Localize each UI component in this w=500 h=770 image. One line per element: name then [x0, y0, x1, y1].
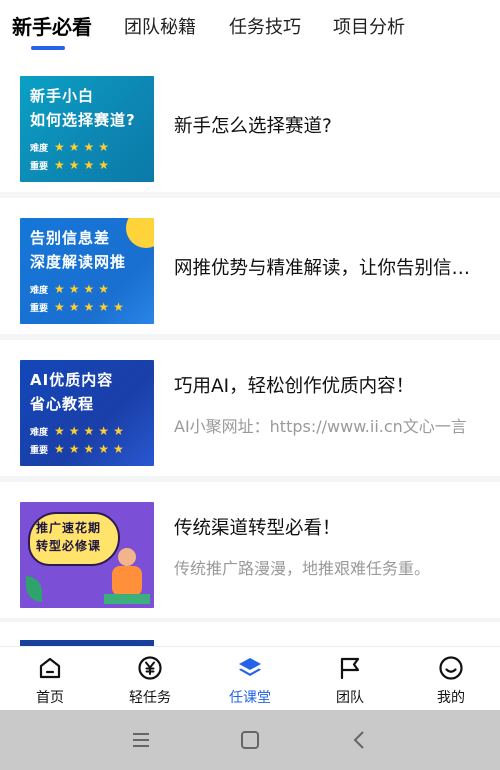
article-item-partial[interactable] [0, 622, 500, 646]
home-square-icon[interactable] [238, 728, 262, 752]
leaf-illustration [26, 576, 42, 602]
category-tabs: 新手必看 团队秘籍 任务技巧 项目分析 [0, 0, 500, 56]
article-title: 传统渠道转型必看！ [174, 518, 341, 539]
star-icon: ★ [54, 282, 65, 296]
article-item[interactable]: 告别信息差 深度解读网推 难度 ★ ★ ★ ★ 重要 ★ ★ ★ ★ ★ 网推优势与精准解读，… [0, 198, 500, 334]
thumbnail-line2: 转型必修课 [36, 539, 102, 553]
importance-rating: 重要 ★ ★ ★ ★ [30, 158, 113, 172]
star-icon: ★ [83, 442, 95, 456]
star-icon: ★ [68, 158, 80, 172]
thumbnail-line2: 深度解读网推 [30, 253, 127, 271]
star-icon: ★ [68, 424, 80, 438]
star-icon: ★ [83, 424, 95, 438]
tab-team-secrets[interactable]: 团队秘籍 [124, 15, 196, 41]
nav-label: 首页 [36, 690, 64, 706]
person-illustration-body [112, 566, 142, 596]
nav-light-tasks[interactable]: 轻任务 [109, 647, 189, 711]
active-tab-indicator [31, 46, 65, 50]
article-subtitle: AI小聚网址：https://www.ii.cn文心一言 [174, 417, 467, 436]
star-icon: ★ [83, 300, 95, 314]
system-navigation-bar [0, 710, 500, 770]
difficulty-rating: 难度 ★ ★ ★ ★ ★ [30, 424, 128, 438]
thumbnail-line2: 如何选择赛道? [30, 111, 136, 129]
article-subtitle: 传统推广路漫漫，地推艰难任务重。 [174, 559, 431, 578]
star-icon: ★ [54, 424, 65, 438]
nav-team[interactable]: 团队 [309, 647, 389, 711]
article-title: 巧用AI，轻松创作优质内容！ [174, 376, 415, 397]
importance-label: 重要 [30, 445, 49, 456]
article-thumbnail: AI优质内容 省心教程 难度 ★ ★ ★ ★ ★ 重要 ★ ★ ★ ★ ★ [20, 360, 154, 466]
importance-label: 重要 [30, 161, 49, 172]
thumbnail-line1: 告别信息差 [30, 229, 111, 247]
importance-rating: 重要 ★ ★ ★ ★ ★ [30, 300, 128, 314]
nav-profile[interactable]: 我的 [410, 647, 490, 711]
nav-label: 团队 [336, 690, 364, 706]
difficulty-rating: 难度 ★ ★ ★ ★ [30, 282, 113, 296]
nav-classroom[interactable]: 任课堂 [209, 647, 289, 711]
star-icon: ★ [113, 424, 124, 438]
nav-label: 我的 [437, 690, 465, 706]
difficulty-label: 难度 [30, 427, 49, 438]
thumbnail-line1: AI优质内容 [30, 371, 114, 389]
star-icon: ★ [54, 300, 65, 314]
books-illustration [104, 594, 150, 604]
star-icon: ★ [68, 282, 80, 296]
article-title: 网推优势与精准解读，让你告别信息差 [174, 258, 480, 279]
star-icon: ★ [54, 442, 65, 456]
difficulty-label: 难度 [30, 285, 49, 296]
importance-label: 重要 [30, 303, 49, 314]
star-icon: ★ [83, 282, 95, 296]
bottom-navigation: 首页 轻任务 任课堂 团队 我的 [0, 646, 500, 711]
person-illustration [118, 548, 136, 566]
tab-project-analysis[interactable]: 项目分析 [333, 15, 405, 41]
back-chevron-icon[interactable] [348, 728, 372, 752]
star-icon: ★ [54, 140, 65, 154]
home-icon [39, 657, 61, 679]
article-item[interactable]: AI优质内容 省心教程 难度 ★ ★ ★ ★ ★ 重要 ★ ★ ★ ★ ★ 巧用AI，轻松创作优… [0, 340, 500, 476]
star-icon: ★ [68, 140, 80, 154]
star-icon: ★ [83, 140, 95, 154]
nav-home[interactable]: 首页 [9, 647, 89, 711]
decorative-shape [126, 218, 154, 248]
star-icon: ★ [98, 300, 110, 314]
layers-icon [239, 658, 261, 676]
star-icon: ★ [68, 300, 80, 314]
star-icon: ★ [113, 300, 124, 314]
flag-icon [340, 657, 360, 680]
article-thumbnail: 新手小白 如何选择赛道? 难度 ★ ★ ★ ★ 重要 ★ ★ ★ ★ [20, 76, 154, 182]
article-title: 新手怎么选择赛道? [174, 116, 332, 137]
tab-newbie-guide[interactable]: 新手必看 [12, 14, 92, 40]
smile-face-icon [439, 656, 463, 680]
article-item[interactable]: 推广速花期 转型必修课 传统渠道转型必看！ 传统推广路漫漫，地推艰难任务重。 [0, 482, 500, 618]
star-icon: ★ [98, 158, 110, 172]
tab-task-tips[interactable]: 任务技巧 [229, 15, 301, 41]
nav-label: 轻任务 [129, 690, 171, 706]
star-icon: ★ [98, 424, 110, 438]
article-thumbnail: 告别信息差 深度解读网推 难度 ★ ★ ★ ★ 重要 ★ ★ ★ ★ ★ [20, 218, 154, 324]
star-icon: ★ [68, 442, 80, 456]
difficulty-label: 难度 [30, 143, 49, 154]
star-icon: ★ [54, 158, 65, 172]
importance-rating: 重要 ★ ★ ★ ★ ★ [30, 442, 128, 456]
star-icon: ★ [98, 442, 110, 456]
star-icon: ★ [113, 442, 124, 456]
menu-icon[interactable] [129, 728, 153, 752]
star-icon: ★ [98, 282, 110, 296]
article-item[interactable]: 新手小白 如何选择赛道? 难度 ★ ★ ★ ★ 重要 ★ ★ ★ ★ 新手怎么选择赛道? [0, 56, 500, 192]
difficulty-rating: 难度 ★ ★ ★ ★ [30, 140, 113, 154]
article-list: 新手小白 如何选择赛道? 难度 ★ ★ ★ ★ 重要 ★ ★ ★ ★ 新手怎么选择赛道? 告… [0, 56, 500, 646]
thumbnail-line2: 省心教程 [30, 395, 95, 413]
star-icon: ★ [83, 158, 95, 172]
nav-label: 任课堂 [229, 690, 271, 706]
thumbnail-line1: 推广速花期 [36, 521, 102, 535]
star-icon: ★ [98, 140, 110, 154]
yen-coin-icon [138, 656, 162, 680]
thumbnail-line1: 新手小白 [30, 87, 95, 105]
article-thumbnail: 推广速花期 转型必修课 [20, 502, 154, 608]
